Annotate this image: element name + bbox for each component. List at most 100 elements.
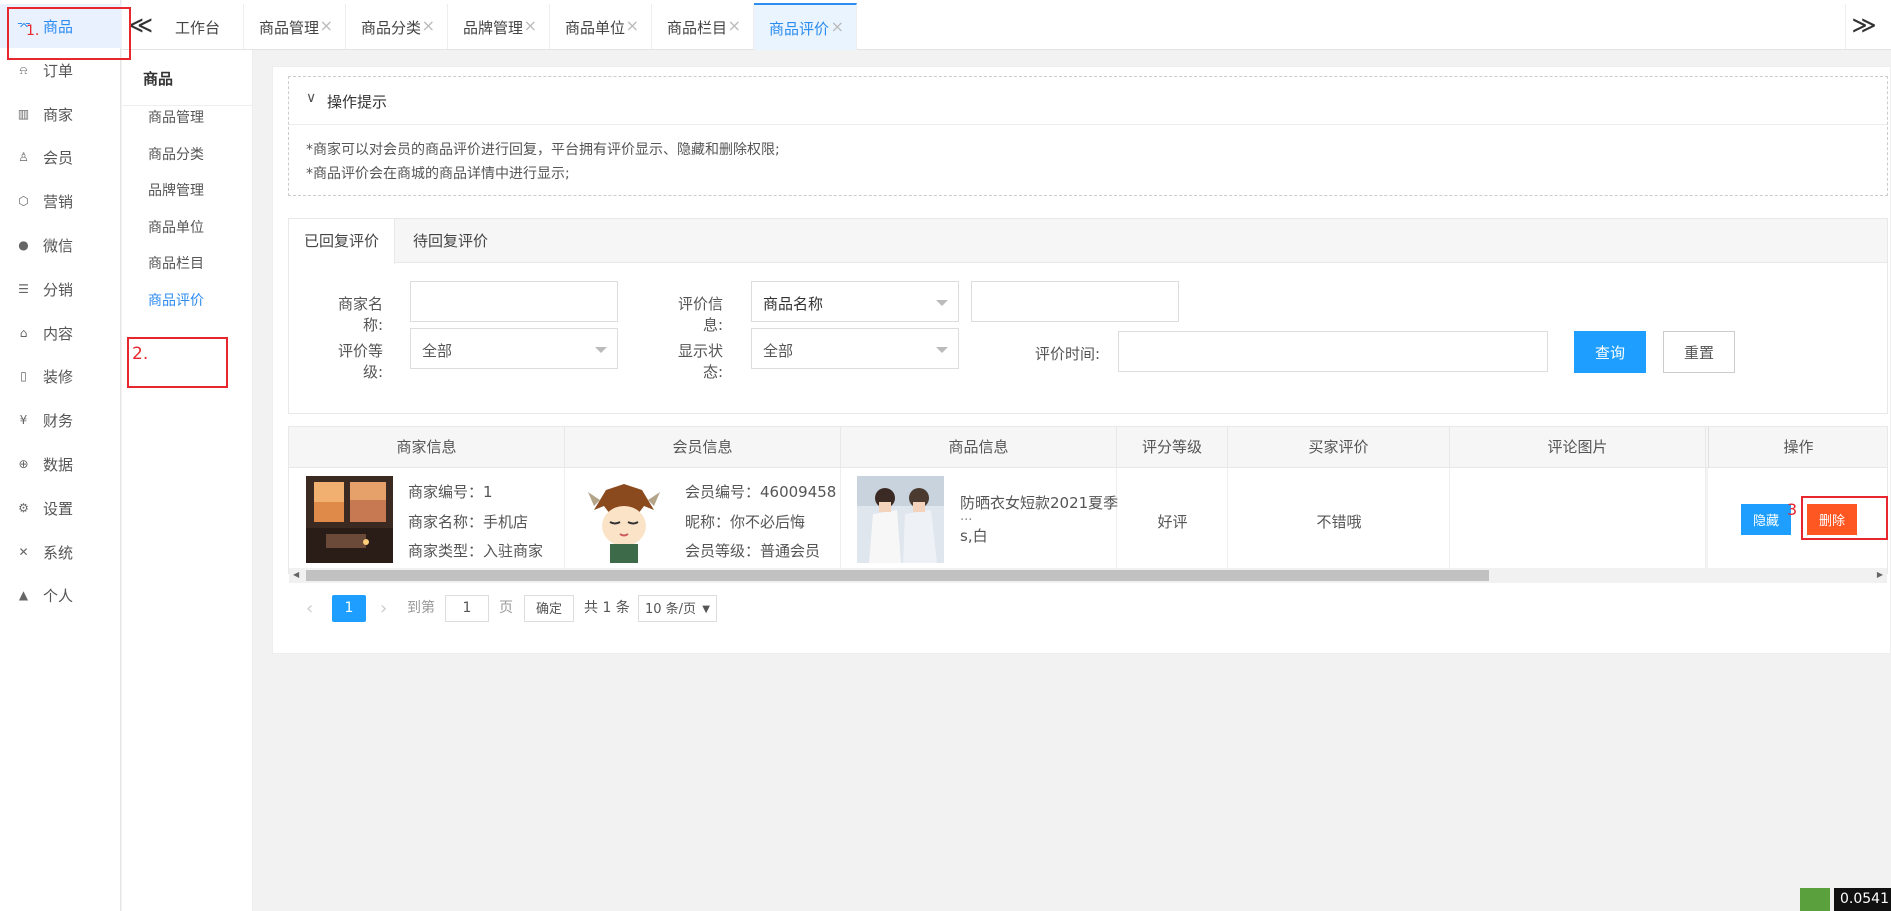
submenu-item-1[interactable]: 商品分类	[148, 144, 204, 164]
annotation-box-3	[1801, 496, 1888, 540]
review-table: 商家信息 会员信息 商品信息 评分等级 买家评价 评论图片 操作 商家编号：1 …	[288, 426, 1888, 583]
tab-bar: ≪ 工作台 商品管理 × 商品分类 × 品牌管理 × 商品单位 × 商品栏目 × 商品评价 × ≫	[122, 0, 1891, 50]
divider	[122, 105, 253, 106]
tab-4[interactable]: 商品单位 ×	[550, 4, 652, 49]
logo-badge	[1800, 888, 1830, 911]
nav-item-9[interactable]: ¥ 财务	[0, 398, 121, 442]
goto-page-input[interactable]	[445, 595, 489, 622]
tab-1[interactable]: 商品管理 ×	[244, 4, 346, 49]
user-icon: ♙	[18, 149, 29, 164]
reset-button[interactable]: 重置	[1663, 331, 1735, 373]
page-size-value: 10 条/页	[645, 602, 697, 617]
product-thumbnail	[857, 476, 944, 563]
next-page-icon[interactable]: ›	[380, 595, 387, 622]
goto-confirm-button[interactable]: 确定	[524, 595, 574, 622]
submenu-item-4[interactable]: 商品栏目	[148, 253, 204, 273]
grade-value: 好评	[1157, 513, 1188, 531]
table-header: 商家信息 会员信息 商品信息 评分等级 买家评价 评论图片 操作	[289, 427, 1887, 468]
close-icon[interactable]: ×	[831, 17, 844, 36]
pagination: ‹ 1 › 到第 页 确定 共 1 条 10 条/页 ▼	[288, 591, 888, 631]
nav-item-13[interactable]: ▲ 个人	[0, 573, 121, 617]
nav-item-4[interactable]: ⬡ 营销	[0, 179, 121, 223]
nav-item-label: 营销	[43, 192, 74, 211]
nav-item-label: 系统	[43, 543, 74, 562]
tab-replied[interactable]: 已回复评价	[289, 219, 396, 264]
building-icon: ▥	[17, 106, 30, 121]
tab-label: 商品管理	[259, 19, 320, 37]
nav-item-2[interactable]: ▥ 商家	[0, 92, 121, 136]
grade-label: 评价等级:	[337, 342, 383, 381]
review-tabs: 已回复评价 待回复评价	[289, 219, 1887, 264]
col-comment-images: 评论图片	[1450, 427, 1706, 468]
hide-button[interactable]: 隐藏	[1741, 504, 1791, 535]
eval-info-select[interactable]: 商品名称	[751, 281, 959, 322]
fixed-column-shadow	[1706, 468, 1708, 568]
dropdown-arrow-icon	[936, 347, 948, 353]
tip-line: *商家可以对会员的商品评价进行回复，平台拥有评价显示、隐藏和删除权限;	[306, 142, 780, 158]
nav-item-label: 会员	[43, 148, 74, 167]
tab-label: 品牌管理	[463, 19, 524, 37]
nav-item-8[interactable]: ▯ 装修	[0, 354, 121, 398]
close-icon[interactable]: ×	[422, 16, 435, 35]
nav-item-label: 数据	[43, 455, 74, 474]
nav-item-3[interactable]: ♙ 会员	[0, 135, 121, 179]
horizontal-scrollbar[interactable]: ◀ ▶	[289, 568, 1887, 583]
globe-icon: ⊕	[18, 456, 29, 471]
submenu-item-2[interactable]: 品牌管理	[148, 180, 204, 200]
tab-5[interactable]: 商品栏目 ×	[652, 4, 754, 49]
tab-6[interactable]: 商品评价 ×	[754, 3, 857, 50]
close-icon[interactable]: ×	[728, 16, 741, 35]
nav-item-label: 微信	[43, 236, 74, 255]
submenu-item-3[interactable]: 商品单位	[148, 217, 204, 237]
tab-3[interactable]: 品牌管理 ×	[448, 4, 550, 49]
nav-item-12[interactable]: ✕ 系统	[0, 530, 121, 574]
wechat-icon: ●	[18, 237, 29, 252]
nav-item-label: 装修	[43, 367, 74, 386]
merchant-input[interactable]	[410, 281, 618, 322]
submenu: 商品 商品管理 商品分类 品牌管理 商品单位 商品栏目 商品评价	[122, 50, 253, 911]
tab-label: 商品单位	[565, 19, 626, 37]
nav-item-label: 商家	[43, 105, 74, 124]
goto-label: 到第	[407, 600, 435, 616]
search-panel: 已回复评价 待回复评价 商家名称: 评价信息: 商品名称 评价等级: 全部 显示…	[288, 218, 1888, 414]
member-level: 会员等级：普通会员	[685, 542, 821, 560]
close-icon[interactable]: ×	[626, 16, 639, 35]
close-icon[interactable]: ×	[320, 16, 333, 35]
status-select[interactable]: 全部	[751, 328, 959, 369]
member-id: 会员编号：46009458	[685, 483, 837, 501]
nav-item-10[interactable]: ⊕ 数据	[0, 442, 121, 486]
query-button[interactable]: 查询	[1574, 331, 1646, 373]
page-size-select[interactable]: 10 条/页 ▼	[638, 595, 717, 622]
gear-icon: ⚙	[18, 500, 29, 515]
person-icon: ▲	[18, 587, 29, 602]
submenu-item-0[interactable]: 商品管理	[148, 107, 204, 127]
grade-select[interactable]: 全部	[410, 328, 618, 369]
close-icon[interactable]: ×	[524, 16, 537, 35]
nav-item-label: 内容	[43, 324, 74, 343]
eval-info-input[interactable]	[971, 281, 1179, 322]
main-sidebar: ⌤ 商品 ⍾ 订单 ▥ 商家 ♙ 会员 ⬡ 营销 ● 微信 ☰ 分销 ⌂ 内容 ▯ 装修 ¥ 财务 ⊕ 数据 ⚙ 设置 ✕ 系统 ▲…	[0, 0, 121, 911]
submenu-item-5[interactable]: 商品评价	[148, 290, 204, 310]
tab-2[interactable]: 商品分类 ×	[346, 4, 448, 49]
time-range-input[interactable]	[1118, 331, 1548, 372]
product-title: 防晒衣女短款2021夏季	[960, 494, 1119, 512]
nav-item-11[interactable]: ⚙ 设置	[0, 486, 121, 530]
tab-label: 商品评价	[769, 20, 830, 38]
nav-item-label: 财务	[43, 411, 74, 430]
prev-page-icon[interactable]: ‹	[306, 595, 313, 622]
nav-item-6[interactable]: ☰ 分销	[0, 267, 121, 311]
tips-header[interactable]: ∨ 操作提示	[289, 77, 1887, 125]
tab-pending[interactable]: 待回复评价	[398, 219, 503, 263]
col-grade: 评分等级	[1117, 427, 1228, 468]
nav-item-7[interactable]: ⌂ 内容	[0, 311, 121, 355]
nav-item-5[interactable]: ● 微信	[0, 223, 121, 267]
col-member-info: 会员信息	[565, 427, 841, 468]
scroll-left-icon[interactable]: ◀	[293, 570, 299, 579]
scrollbar-thumb[interactable]	[306, 570, 1489, 581]
tab-label: 工作台	[175, 19, 221, 37]
scroll-right-icon[interactable]: ▶	[1877, 570, 1883, 579]
tabs-next-button[interactable]: ≫	[1845, 4, 1882, 49]
page-current[interactable]: 1	[332, 595, 366, 622]
tab-0[interactable]: 工作台	[160, 4, 244, 49]
nav-item-label: 订单	[43, 61, 74, 80]
